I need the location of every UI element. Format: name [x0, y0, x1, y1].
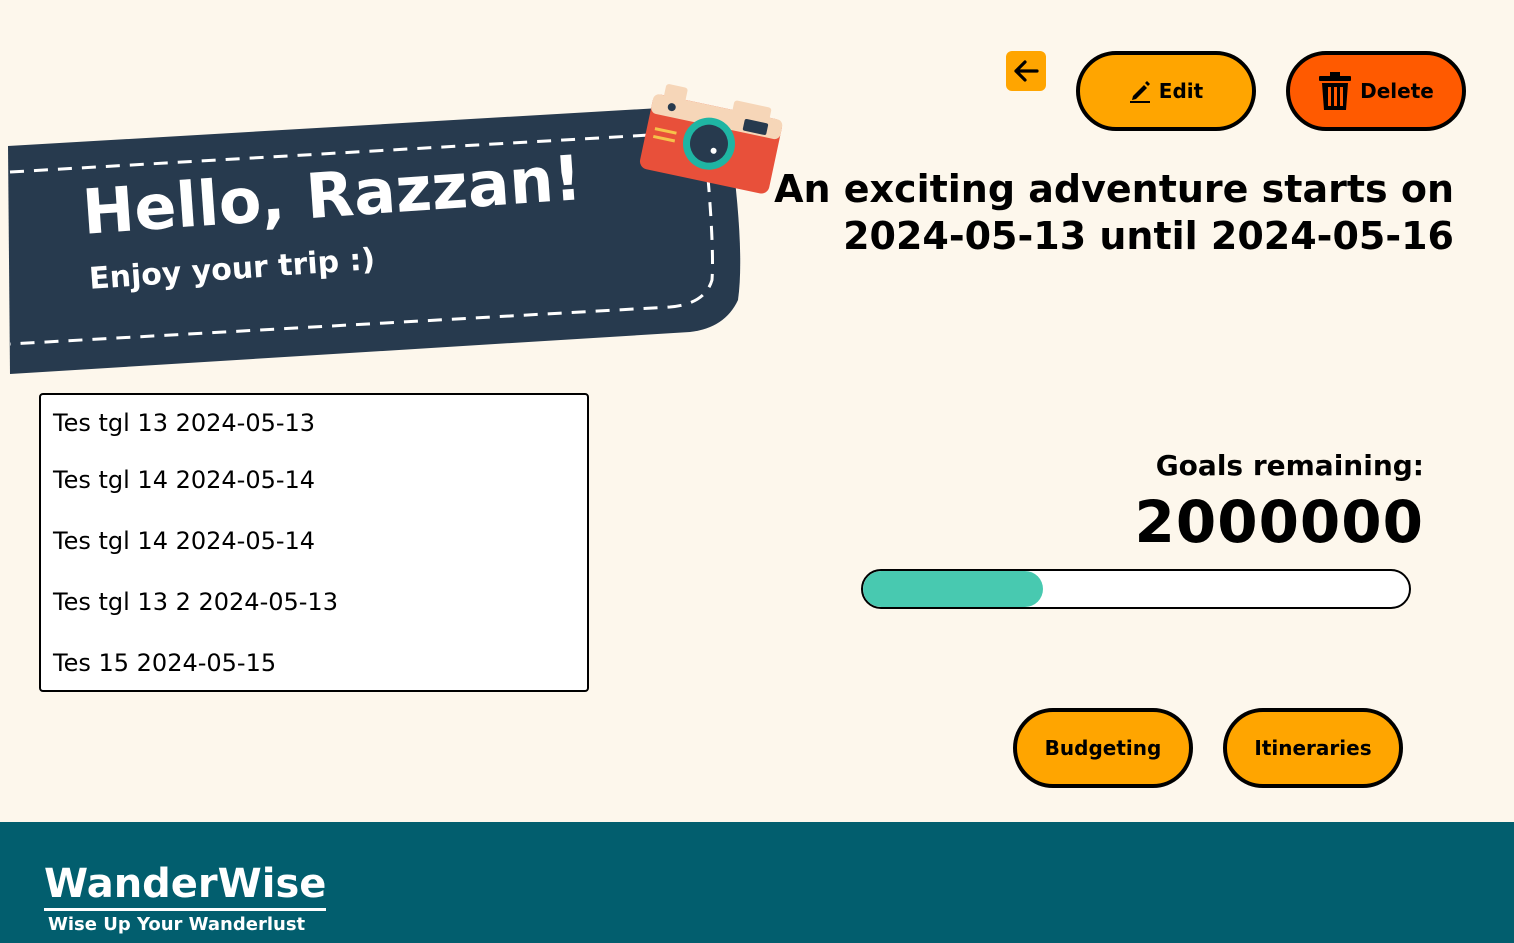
delete-button[interactable]: Delete [1286, 51, 1466, 131]
goals-label: Goals remaining: [1155, 449, 1424, 482]
goals-progress-bar [861, 569, 1411, 609]
footer-brand-logo[interactable]: WanderWise [44, 860, 327, 911]
edit-label: Edit [1158, 79, 1204, 103]
budgeting-button[interactable]: Budgeting [1013, 708, 1193, 788]
back-button[interactable] [1006, 51, 1046, 91]
goals-value: 2000000 [1134, 488, 1424, 556]
top-action-bar: Edit Delete [1006, 50, 1466, 132]
delete-label: Delete [1360, 79, 1434, 103]
trip-headline-line1: An exciting adventure starts on [774, 167, 1454, 211]
trash-icon [1319, 72, 1352, 110]
itinerary-list-item[interactable]: Tes tgl 13 2024-05-13 [41, 395, 587, 451]
goals-progress-fill [863, 571, 1044, 607]
edit-button[interactable]: Edit [1076, 51, 1256, 131]
itineraries-button[interactable]: Itineraries [1223, 708, 1403, 788]
itinerary-list-item[interactable]: Tes 15 2024-05-15 [41, 634, 587, 690]
footer-tagline: Wise Up Your Wanderlust [48, 914, 306, 935]
trip-headline-line2: 2024-05-13 until 2024-05-16 [843, 214, 1454, 258]
itinerary-list-item[interactable]: Tes tgl 14 2024-05-14 [41, 512, 587, 573]
itinerary-list: Tes tgl 13 2024-05-13 Tes tgl 14 2024-05-… [39, 393, 589, 692]
arrow-left-icon [1014, 60, 1039, 82]
trip-headline: An exciting adventure starts on 2024-05-… [754, 166, 1454, 260]
pencil-icon [1129, 81, 1150, 103]
itinerary-list-item[interactable]: Tes tgl 14 2024-05-14 [41, 451, 587, 512]
footer: WanderWise Wise Up Your Wanderlust [0, 822, 1514, 943]
itinerary-list-item[interactable]: Tes tgl 13 2 2024-05-13 [41, 573, 587, 634]
